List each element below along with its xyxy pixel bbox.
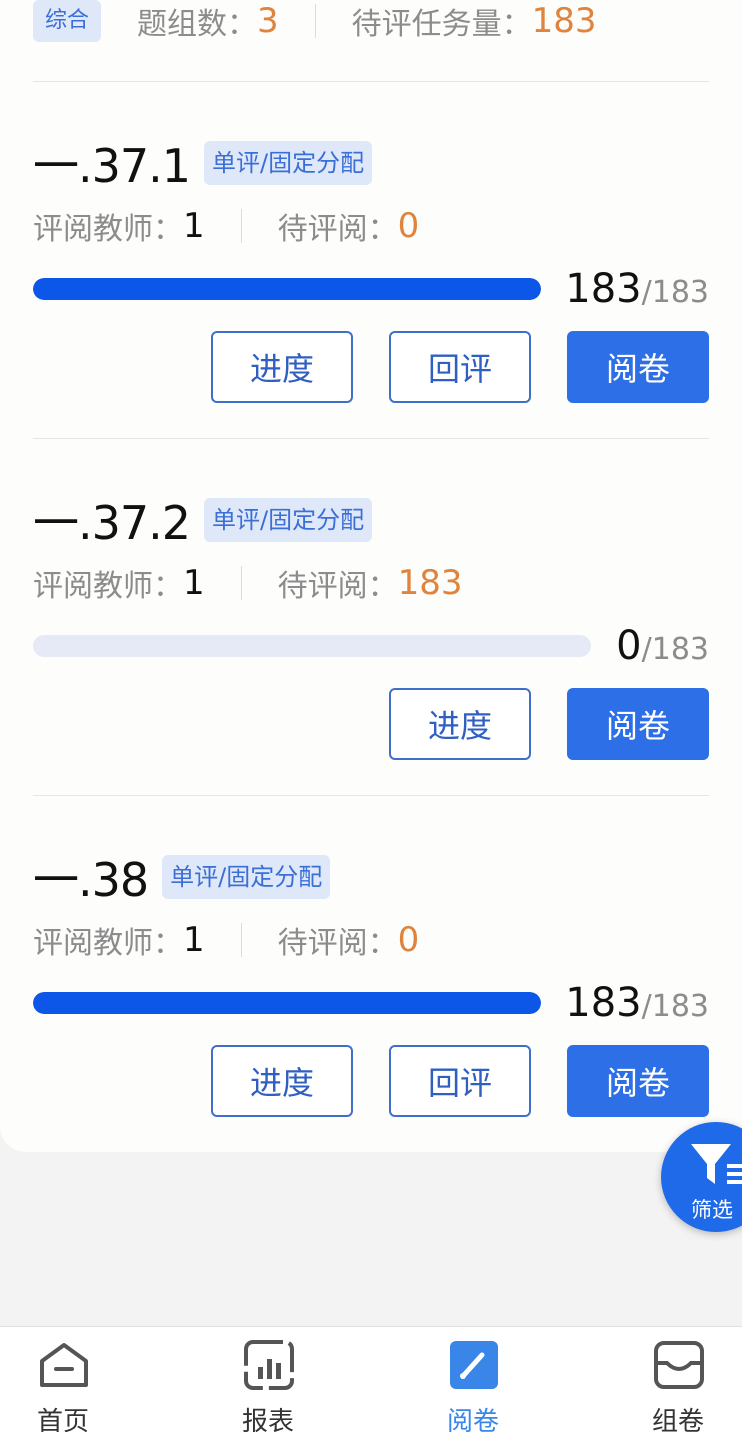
pending-tasks-label: 待评任务量： xyxy=(351,6,532,42)
graded-count: 183 xyxy=(565,266,642,312)
grade-papers-button[interactable]: 阅卷 xyxy=(567,331,709,403)
divider xyxy=(314,3,316,38)
summary-row: 综合 题组数： 3 待评任务量： 183 xyxy=(33,0,709,82)
teacher-label: 评阅教师： xyxy=(33,926,183,961)
graded-count: 183 xyxy=(565,980,642,1026)
pending-review-label: 待评阅： xyxy=(277,212,398,247)
total-count: /183 xyxy=(641,632,709,667)
pending-review-label: 待评阅： xyxy=(277,926,398,961)
question-title: 一.38 xyxy=(33,853,149,907)
teacher-count: 1 xyxy=(183,920,205,960)
category-tag[interactable]: 综合 xyxy=(33,0,102,42)
question-title: 一.37.2 xyxy=(33,496,191,550)
divider xyxy=(240,209,242,243)
assignment-mode-badge: 单评/固定分配 xyxy=(204,141,373,185)
pending-review-count: 0 xyxy=(397,206,420,246)
pending-review-label: 待评阅： xyxy=(277,569,398,604)
question-item-38: 一.38 单评/固定分配 评阅教师： 1 待评阅： 0 183 /183 进度 … xyxy=(33,796,709,1136)
divider xyxy=(240,566,242,600)
progress-fill xyxy=(33,278,541,300)
paper-tray-icon xyxy=(654,1341,704,1389)
tab-grading[interactable]: 阅卷 xyxy=(413,1327,533,1432)
question-item-37-2: 一.37.2 单评/固定分配 评阅教师： 1 待评阅： 183 0 /183 进… xyxy=(33,439,709,796)
tab-home[interactable]: 首页 xyxy=(3,1327,123,1432)
graded-count: 0 xyxy=(616,623,642,669)
progress-count: 0 /183 xyxy=(616,623,709,669)
teacher-label: 评阅教师： xyxy=(33,569,183,604)
divider xyxy=(240,923,242,957)
filter-label: 筛选 xyxy=(691,1198,733,1222)
home-icon xyxy=(40,1343,88,1387)
progress-button[interactable]: 进度 xyxy=(211,1045,353,1117)
progress-button[interactable]: 进度 xyxy=(211,331,353,403)
total-count: /183 xyxy=(641,275,709,310)
question-title: 一.37.1 xyxy=(33,139,191,193)
assignment-mode-badge: 单评/固定分配 xyxy=(204,498,373,542)
progress-track xyxy=(33,635,591,657)
tab-label: 报表 xyxy=(241,1407,294,1432)
bottom-tab-bar: 首页 报表 阅卷 组卷 xyxy=(0,1326,742,1432)
tab-compose-paper[interactable]: 组卷 xyxy=(618,1327,738,1432)
exam-list-card: 综合 题组数： 3 待评任务量： 183 一.37.1 单评/固定分配 评阅教师… xyxy=(0,0,742,1152)
progress-button[interactable]: 进度 xyxy=(389,688,531,760)
progress-track xyxy=(33,278,541,300)
pending-review-count: 183 xyxy=(397,563,463,603)
teacher-count: 1 xyxy=(183,206,205,246)
review-again-button[interactable]: 回评 xyxy=(389,331,531,403)
progress-track xyxy=(33,992,541,1014)
teacher-label: 评阅教师： xyxy=(33,212,183,247)
tab-label: 首页 xyxy=(36,1407,89,1432)
grade-papers-button[interactable]: 阅卷 xyxy=(567,1045,709,1117)
pending-review-count: 0 xyxy=(397,920,420,960)
progress-fill xyxy=(33,992,541,1014)
question-item-37-1: 一.37.1 单评/固定分配 评阅教师： 1 待评阅： 0 183 /183 进… xyxy=(33,82,709,439)
total-count: /183 xyxy=(641,989,709,1024)
review-again-button[interactable]: 回评 xyxy=(389,1045,531,1117)
pending-tasks-value: 183 xyxy=(531,0,597,41)
teacher-count: 1 xyxy=(183,563,205,603)
tab-label: 组卷 xyxy=(651,1407,704,1432)
report-chart-icon xyxy=(244,1340,294,1390)
group-count-label: 题组数： xyxy=(137,6,258,42)
tab-label: 阅卷 xyxy=(446,1407,499,1432)
grade-papers-button[interactable]: 阅卷 xyxy=(567,688,709,760)
progress-count: 183 /183 xyxy=(565,266,709,312)
grading-brush-icon xyxy=(450,1341,498,1389)
tab-report[interactable]: 报表 xyxy=(208,1327,328,1432)
progress-count: 183 /183 xyxy=(565,980,709,1026)
group-count-value: 3 xyxy=(257,0,279,41)
assignment-mode-badge: 单评/固定分配 xyxy=(162,855,331,899)
filter-icon xyxy=(691,1144,742,1184)
